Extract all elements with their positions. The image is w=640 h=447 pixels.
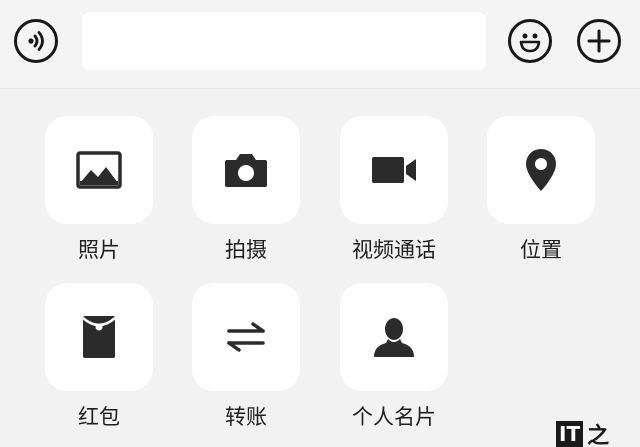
voice-icon [28,31,44,51]
transfer-icon [227,322,265,352]
panel-item-contact-card-box[interactable] [340,283,448,391]
red-packet-icon [82,316,116,358]
camera-icon [225,154,267,187]
panel-item-label: 照片 [78,238,120,262]
panel-item-red-packet[interactable]: 红包 [45,283,195,447]
panel-item-location[interactable]: 位置 [487,116,637,291]
panel-item-video-call[interactable]: 视频通话 [340,116,490,291]
plus-icon [587,29,611,53]
message-input[interactable] [82,12,486,70]
panel-item-photo-box[interactable] [45,116,153,224]
panel-item-camera-box[interactable] [192,116,300,224]
panel-item-transfer[interactable]: 转账 [192,283,342,447]
video-call-icon [372,157,416,183]
panel-item-label: 个人名片 [352,405,436,429]
panel-item-video-call-box[interactable] [340,116,448,224]
panel-item-photo[interactable]: 照片 [45,116,195,291]
location-pin-icon [526,149,556,191]
panel-item-label: 视频通话 [352,238,436,262]
panel-item-label: 红包 [78,405,120,429]
panel-item-location-box[interactable] [487,116,595,224]
panel-item-label: 拍摄 [225,238,267,262]
watermark-logo: IT 之 [556,418,609,447]
panel-item-camera[interactable]: 拍摄 [192,116,342,291]
emoji-icon [519,33,541,53]
panel-item-label: 位置 [520,238,562,262]
input-bar [0,0,640,89]
panel-item-transfer-box[interactable] [192,283,300,391]
image-icon [76,151,122,189]
watermark-brand: IT [556,421,584,447]
watermark-suffix: 之 [587,424,610,447]
voice-button[interactable] [14,19,58,63]
more-button[interactable] [577,19,621,63]
panel-item-contact-card[interactable]: 个人名片 [340,283,490,447]
contact-card-icon [374,318,414,357]
panel-item-label: 转账 [225,405,267,429]
emoji-button[interactable] [508,19,552,63]
panel-item-red-packet-box[interactable] [45,283,153,391]
chat-extension-panel: 照片 拍摄 视频通话 位置 红包 转账 个人名片 IT 之 [0,0,640,447]
